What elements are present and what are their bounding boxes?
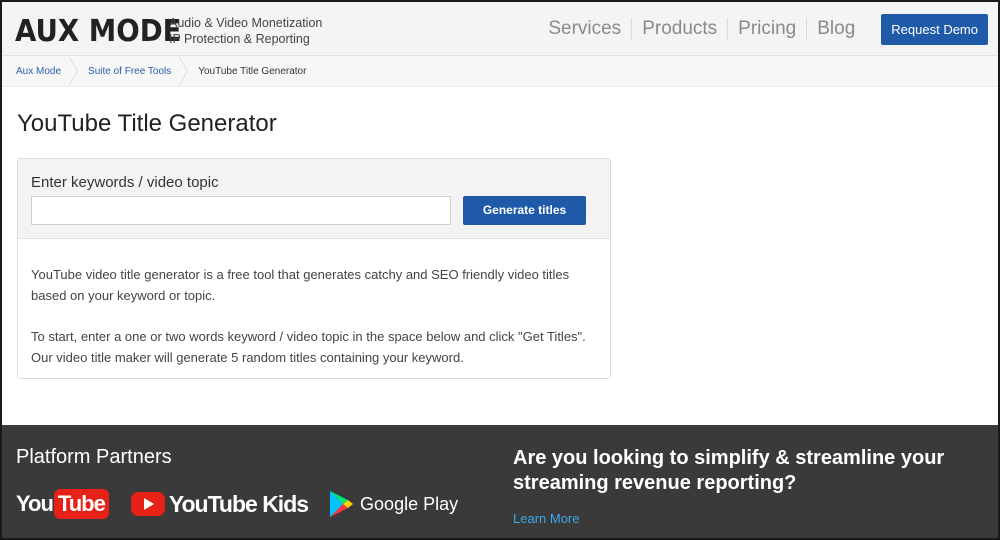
breadcrumb: Aux Mode Suite of Free Tools YouTube Tit… — [2, 55, 998, 87]
cta-title: Are you looking to simplify & streamline… — [513, 447, 945, 494]
keyword-input[interactable] — [31, 196, 451, 225]
generate-titles-button[interactable]: Generate titles — [463, 196, 586, 225]
nav-services[interactable]: Services — [538, 18, 633, 40]
nav-products[interactable]: Products — [632, 18, 729, 40]
request-demo-button[interactable]: Request Demo — [881, 13, 988, 45]
google-play-logo: Google Play — [328, 490, 458, 518]
breadcrumb-aux-mode[interactable]: Aux Mode — [16, 66, 61, 77]
tagline: Audio & Video Monetization IP Protection… — [169, 15, 322, 47]
play-icon — [130, 492, 165, 516]
youtube-kids-logo: YouTube Kids — [130, 490, 309, 518]
partners-title: Platform Partners — [16, 446, 172, 468]
page-title: YouTube Title Generator — [17, 110, 277, 137]
youtube-logo-tube: Tube — [53, 489, 109, 519]
youtube-kids-text: YouTube Kids — [168, 490, 309, 517]
google-play-text: Google Play — [360, 493, 459, 514]
page-frame: AUX MODE Audio & Video Monetization IP P… — [0, 0, 1000, 540]
title-generator-panel: Enter keywords / video topic Generate ti… — [17, 158, 611, 379]
nav-blog[interactable]: Blog — [807, 18, 865, 40]
keyword-label: Enter keywords / video topic — [31, 174, 219, 191]
tool-description: YouTube video title generator is a free … — [18, 239, 610, 368]
google-play-icon — [330, 491, 354, 517]
breadcrumb-separator — [178, 55, 193, 87]
learn-more-link[interactable]: Learn More — [513, 511, 579, 526]
generator-form: Enter keywords / video topic Generate ti… — [18, 159, 610, 239]
youtube-logo: You Tube — [16, 489, 109, 519]
description-paragraph-1: YouTube video title generator is a free … — [31, 267, 570, 303]
youtube-logo-you: You — [16, 491, 54, 516]
description-paragraph-2: To start, enter a one or two words keywo… — [31, 329, 586, 365]
tagline-line-1: Audio & Video Monetization — [169, 16, 323, 30]
nav-pricing[interactable]: Pricing — [728, 18, 808, 40]
partner-logos: You Tube YouTube Kids Google Play — [16, 487, 458, 521]
tagline-line-2: IP Protection & Reporting — [169, 32, 310, 46]
site-footer: Platform Partners You Tube YouTube Kids … — [2, 425, 998, 538]
main-nav: Services Products Pricing Blog Request D… — [538, 2, 998, 56]
breadcrumb-current: YouTube Title Generator — [198, 65, 307, 77]
breadcrumb-free-tools[interactable]: Suite of Free Tools — [88, 66, 171, 77]
site-header: AUX MODE Audio & Video Monetization IP P… — [2, 2, 998, 56]
aux-mode-logo[interactable]: AUX MODE — [15, 14, 182, 50]
breadcrumb-separator — [68, 55, 83, 87]
